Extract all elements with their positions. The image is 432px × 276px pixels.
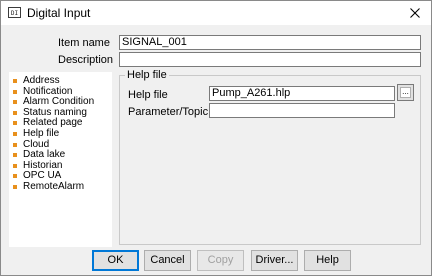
ok-button[interactable]: OK [92, 250, 139, 271]
description-label: Description [58, 54, 114, 66]
bullet-icon [13, 121, 17, 126]
bullet-icon [13, 89, 17, 94]
cancel-button[interactable]: Cancel [144, 250, 191, 271]
parameter-topic-input[interactable] [209, 103, 395, 118]
property-category-list: Address Notification Alarm Condition Sta… [9, 72, 112, 247]
window-title: Digital Input [27, 6, 91, 20]
bullet-icon [13, 153, 17, 158]
close-icon [410, 8, 420, 18]
nav-item-label: Notification [23, 85, 73, 97]
nav-item-label: Data lake [23, 149, 66, 161]
nav-item-label: RemoteAlarm [23, 180, 85, 192]
nav-item-label: Status naming [23, 106, 87, 118]
help-file-group-title: Help file [125, 69, 169, 81]
parameter-topic-label: Parameter/Topic [128, 106, 209, 118]
close-button[interactable] [407, 5, 423, 21]
nav-item-label: Related page [23, 117, 83, 129]
bullet-icon [13, 100, 17, 105]
description-input[interactable] [119, 52, 421, 67]
help-file-label: Help file [128, 89, 168, 101]
driver-button[interactable]: Driver... [251, 250, 298, 271]
ellipsis-icon: ... [400, 87, 411, 98]
help-file-input[interactable]: Pump_A261.hlp [209, 86, 395, 101]
bullet-icon [13, 79, 17, 83]
bullet-icon [13, 142, 17, 147]
nav-item-label: Historian [23, 159, 63, 171]
bullet-icon [13, 110, 17, 115]
nav-item-remote-alarm[interactable]: RemoteAlarm [9, 180, 112, 193]
nav-item-label: Address [23, 75, 60, 86]
nav-item-label: Alarm Condition [23, 96, 95, 108]
bullet-icon [13, 131, 17, 136]
help-button[interactable]: Help [304, 250, 351, 271]
nav-item-label: Help file [23, 127, 60, 139]
item-name-input[interactable]: SIGNAL_001 [119, 35, 421, 50]
bullet-icon [13, 174, 17, 179]
digital-input-dialog: DI Digital Input Item name SIGNAL_001 De… [0, 0, 432, 276]
title-bar: DI Digital Input [1, 1, 431, 25]
copy-button[interactable]: Copy [197, 250, 244, 271]
browse-help-file-button[interactable]: ... [397, 84, 414, 101]
nav-item-label: Cloud [23, 138, 50, 150]
bullet-icon [13, 184, 17, 189]
item-name-label: Item name [58, 37, 110, 49]
digital-input-app-icon: DI [8, 7, 21, 18]
bullet-icon [13, 163, 17, 168]
nav-item-label: OPC UA [23, 170, 62, 182]
